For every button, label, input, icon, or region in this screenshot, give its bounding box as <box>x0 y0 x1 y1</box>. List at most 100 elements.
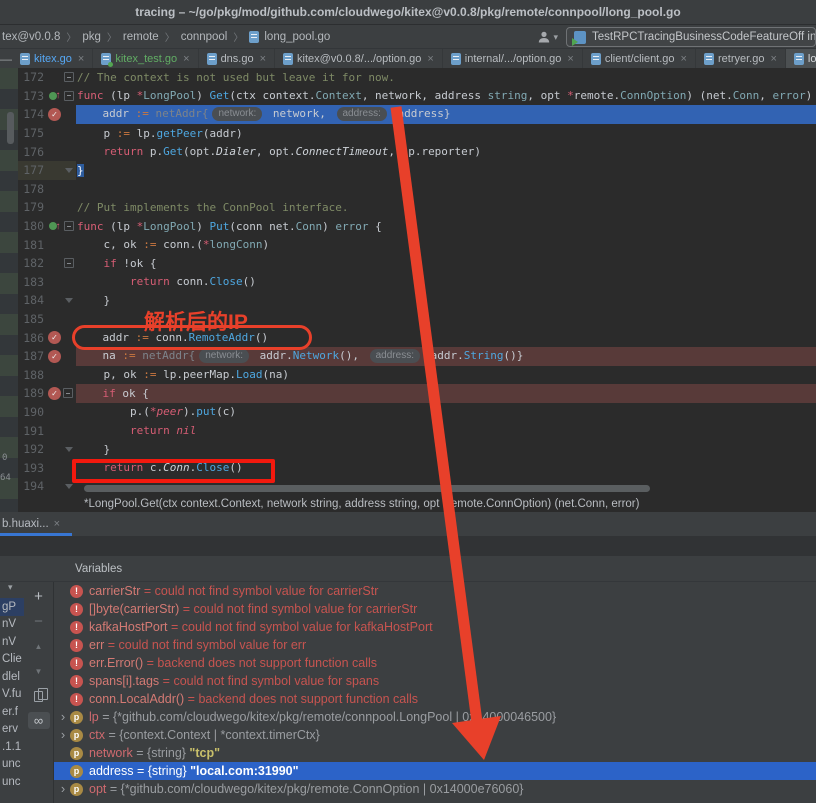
breakpoint-icon[interactable]: ✓ <box>48 387 61 400</box>
editor-tab[interactable]: long_pool.go <box>786 49 816 68</box>
dropdown-caret-icon[interactable]: ▾ <box>0 582 24 598</box>
code-text: // The context is not used but leave it … <box>77 71 395 84</box>
variable-row[interactable]: !conn.LocalAddr() = backend does not sup… <box>54 690 816 708</box>
code-line[interactable]: 183 return conn.Close() <box>0 273 816 292</box>
fold-marker-icon[interactable] <box>63 168 75 173</box>
expand-chevron-icon[interactable]: › <box>56 728 70 742</box>
code-line[interactable]: 179// Put implements the ConnPool interf… <box>0 198 816 217</box>
code-line[interactable]: 193 return c.Conn.Close() <box>0 458 816 477</box>
frame-item[interactable]: er.f <box>0 703 24 721</box>
breadcrumb-item[interactable]: connpool <box>181 31 228 43</box>
fold-marker-icon[interactable] <box>63 91 75 101</box>
frame-item[interactable]: dlel <box>0 668 24 686</box>
code-line[interactable]: 186✓ addr := conn.RemoteAddr() <box>0 328 816 347</box>
expand-chevron-icon[interactable]: › <box>56 782 70 796</box>
variable-row[interactable]: paddress = {string} "local.com:31990" <box>54 762 816 780</box>
editor-tab[interactable]: kitex@v0.0.8/.../option.go× <box>275 49 443 68</box>
code-line[interactable]: 178 <box>0 180 816 199</box>
code-line[interactable]: 191 return nil <box>0 421 816 440</box>
code-line[interactable]: 182 if !ok { <box>0 254 816 273</box>
show-watches-icon[interactable]: ∞ <box>28 712 50 729</box>
variable-row[interactable]: !err.Error() = backend does not support … <box>54 654 816 672</box>
frame-item[interactable]: unc <box>0 756 24 774</box>
code-line[interactable]: 190 p.(*peer).put(c) <box>0 403 816 422</box>
editor-tab[interactable]: retryer.go× <box>696 49 786 68</box>
override-marker-icon[interactable]: ↑ <box>46 90 63 101</box>
breadcrumb-item[interactable]: tex@v0.0.8 <box>2 31 60 43</box>
code-line[interactable]: 189✓ if ok { <box>0 384 816 403</box>
code-line[interactable]: 174✓ addr := netAddr{network: network, a… <box>0 105 816 124</box>
close-icon[interactable]: × <box>78 53 84 65</box>
stripe-scrollbar-thumb[interactable] <box>7 112 14 144</box>
breadcrumb-item[interactable]: pkg <box>82 31 101 43</box>
code-line[interactable]: 192 } <box>0 440 816 459</box>
duplicate-icon[interactable] <box>34 684 43 709</box>
close-icon[interactable]: × <box>770 53 776 65</box>
hide-tabs-icon[interactable]: — <box>0 49 12 68</box>
editor-tab[interactable]: dns.go× <box>199 49 275 68</box>
close-icon[interactable]: × <box>54 518 60 530</box>
code-line[interactable]: 175 p := lp.getPeer(addr) <box>0 124 816 143</box>
frame-item[interactable]: V.fu <box>0 686 24 704</box>
fold-marker-icon[interactable] <box>63 221 75 231</box>
code-line[interactable]: 184 } <box>0 291 816 310</box>
variable-row[interactable]: pnetwork = {string} "tcp" <box>54 744 816 762</box>
fold-marker-icon[interactable] <box>63 447 75 452</box>
fold-marker-icon[interactable] <box>63 258 75 268</box>
close-icon[interactable]: × <box>681 53 687 65</box>
breadcrumb-item[interactable]: long_pool.go <box>264 31 330 43</box>
code-line[interactable]: 177} <box>0 161 816 180</box>
frame-item[interactable]: .1.1 <box>0 738 24 756</box>
code-line[interactable]: 188 p, ok := lp.peerMap.Load(na) <box>0 366 816 385</box>
close-icon[interactable]: × <box>183 53 189 65</box>
variable-row[interactable]: !carrierStr = could not find symbol valu… <box>54 582 816 600</box>
editor-tab[interactable]: kitex.go× <box>12 49 93 68</box>
close-icon[interactable]: × <box>427 53 433 65</box>
debug-session-tab[interactable]: b.huaxi... × <box>0 518 68 530</box>
breakpoint-icon[interactable]: ✓ <box>48 108 61 121</box>
move-down-icon[interactable]: ▼ <box>35 659 43 684</box>
horizontal-scrollbar[interactable] <box>84 485 650 492</box>
frame-item[interactable]: nV <box>0 616 24 634</box>
breakpoint-icon[interactable]: ✓ <box>48 350 61 363</box>
code-line[interactable]: 173↑func (lp *LongPool) Get(ctx context.… <box>0 87 816 106</box>
override-marker-icon[interactable]: ↑ <box>46 221 63 232</box>
code-line[interactable]: 187✓ na := netAddr{network: addr.Network… <box>0 347 816 366</box>
expand-chevron-icon[interactable]: › <box>56 710 70 724</box>
variable-row[interactable]: ›popt = {*github.com/cloudwego/kitex/pkg… <box>54 780 816 798</box>
code-line[interactable]: 181 c, ok := conn.(*longConn) <box>0 235 816 254</box>
fold-marker-icon[interactable] <box>63 298 75 303</box>
fold-marker-icon[interactable] <box>63 484 75 489</box>
code-line[interactable]: 185 <box>0 310 816 329</box>
move-up-icon[interactable]: ▲ <box>35 634 43 659</box>
user-profile-icon[interactable]: ▾ <box>537 30 558 44</box>
code-line[interactable]: 176 return p.Get(opt.Dialer, opt.Connect… <box>0 142 816 161</box>
variable-row[interactable]: !err = could not find symbol value for e… <box>54 636 816 654</box>
fold-marker-icon[interactable] <box>62 388 74 398</box>
breadcrumb-item[interactable]: remote <box>123 31 159 43</box>
frame-item[interactable]: nV <box>0 633 24 651</box>
error-icon: ! <box>70 621 83 634</box>
run-configuration-selector[interactable]: TestRPCTracingBusinessCodeFeatureOff in … <box>566 27 816 47</box>
variable-row[interactable]: ›plp = {*github.com/cloudwego/kitex/pkg/… <box>54 708 816 726</box>
frame-item[interactable]: unc <box>0 773 24 791</box>
variable-row[interactable]: !kafkaHostPort = could not find symbol v… <box>54 618 816 636</box>
variable-row[interactable]: !spans[i].tags = could not find symbol v… <box>54 672 816 690</box>
frame-item[interactable]: gP <box>0 598 24 616</box>
variable-row[interactable]: ›pctx = {context.Context | *context.time… <box>54 726 816 744</box>
close-icon[interactable]: × <box>260 53 266 65</box>
add-icon[interactable]: + <box>34 584 43 609</box>
frame-item[interactable]: erv <box>0 721 24 739</box>
code-line[interactable]: 180↑func (lp *LongPool) Put(conn net.Con… <box>0 217 816 236</box>
variable-row[interactable]: ![]byte(carrierStr) = could not find sym… <box>54 600 816 618</box>
editor-tab[interactable]: client/client.go× <box>583 49 696 68</box>
code-line[interactable]: 172// The context is not used but leave … <box>0 68 816 87</box>
editor-tab[interactable]: internal/.../option.go× <box>443 49 583 68</box>
remove-icon[interactable]: − <box>34 609 43 634</box>
variable-value: could not find symbol value for carrierS… <box>155 584 379 598</box>
frame-item[interactable]: Clie <box>0 651 24 669</box>
editor-tab[interactable]: kitex_test.go× <box>93 49 198 68</box>
fold-marker-icon[interactable] <box>63 72 75 82</box>
close-icon[interactable]: × <box>567 53 573 65</box>
breakpoint-icon[interactable]: ✓ <box>48 331 61 344</box>
